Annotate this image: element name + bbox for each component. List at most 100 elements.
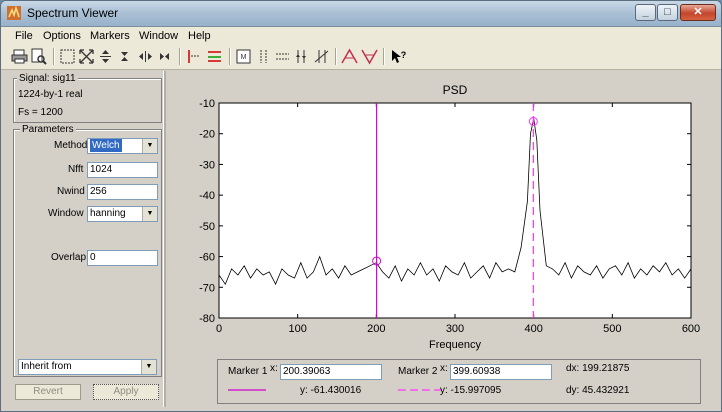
panel-divider[interactable]: [163, 71, 166, 407]
nfft-label: Nfft: [68, 164, 84, 175]
marker1-line-swatch: [228, 389, 266, 391]
window-select[interactable]: hanning ▼: [87, 206, 158, 222]
overlap-input[interactable]: 0: [87, 250, 158, 266]
zoom-in-y-icon[interactable]: [97, 48, 114, 65]
chevron-down-icon[interactable]: ▼: [142, 139, 157, 153]
find-valley-icon[interactable]: [361, 48, 378, 65]
inherit-from-value: Inherit from: [21, 361, 72, 372]
toolbar-separator: [229, 48, 231, 65]
marker-dy: dy: 45.432921: [566, 385, 630, 396]
marker1-y-value: y: -61.430016: [300, 385, 362, 396]
marker-dx: dx: 199.21875: [566, 363, 630, 374]
marker1-label: Marker 1: [228, 366, 268, 377]
y-tick-label: -80: [199, 313, 215, 325]
y-tick-label: -60: [199, 252, 215, 264]
nwind-input[interactable]: 256: [87, 184, 158, 200]
plot-area: PSD 0 100 200 300 400 500 600 -10 -20 -30 -40 -50 -6…: [167, 73, 715, 357]
marker1-x-label: x:: [270, 363, 278, 374]
menu-options[interactable]: Options: [43, 30, 81, 42]
x-tick-label: 300: [446, 323, 464, 335]
y-tick-label: -50: [199, 221, 215, 233]
x-tick-label: 200: [367, 323, 385, 335]
nfft-input[interactable]: 1024: [87, 162, 158, 178]
signal-name: Signal: sig11: [17, 73, 78, 84]
method-value: Welch: [90, 139, 122, 152]
close-button[interactable]: ✕: [680, 4, 716, 21]
track-marker-icon[interactable]: [293, 48, 310, 65]
window-label: Window: [48, 208, 84, 219]
minimize-icon: _: [642, 6, 649, 18]
toolbar-separator: [335, 48, 337, 65]
find-peak-icon[interactable]: [341, 48, 358, 65]
x-tick-label: 0: [216, 323, 222, 335]
y-tick-label: -40: [199, 190, 215, 202]
x-tick-label: 100: [288, 323, 306, 335]
y-tick-label: -70: [199, 282, 215, 294]
zoom-in-x-icon[interactable]: [137, 48, 154, 65]
spectrum-viewer-window: Spectrum Viewer _ □ ✕ File Options Marke…: [0, 0, 722, 412]
window-title: Spectrum Viewer: [27, 6, 119, 20]
menu-markers[interactable]: Markers: [90, 30, 130, 42]
marker-horizontal-icon[interactable]: [274, 48, 291, 65]
y-tick-label: -30: [199, 159, 215, 171]
axes-box[interactable]: [218, 102, 692, 319]
svg-text:M: M: [241, 54, 247, 61]
method-select[interactable]: Welch ▼: [87, 138, 158, 154]
marker-set-icon[interactable]: [185, 48, 202, 65]
x-tick-label: 500: [603, 323, 621, 335]
y-tick-label: -20: [199, 129, 215, 141]
marker2-y-value: y: -15.997095: [440, 385, 502, 396]
chevron-down-icon[interactable]: ▼: [142, 207, 157, 221]
chevron-down-icon[interactable]: ▼: [141, 360, 156, 374]
zoom-out-x-icon[interactable]: [156, 48, 173, 65]
window-value: hanning: [90, 208, 126, 219]
marker-line-icon[interactable]: [206, 48, 223, 65]
toolbar: M ?: [1, 45, 721, 70]
marker-table-icon[interactable]: M: [235, 48, 252, 65]
x-tick-label: 400: [524, 323, 542, 335]
svg-text:?: ?: [401, 50, 407, 60]
menu-help[interactable]: Help: [188, 30, 211, 42]
y-tick-label: -10: [199, 98, 215, 110]
toolbar-separator: [53, 48, 55, 65]
marker1-x-input[interactable]: 200.39063: [280, 364, 382, 380]
marker-panel: Marker 1 x: 200.39063 y: -61.430016 Mark…: [217, 359, 701, 404]
signal-fs: Fs = 1200: [18, 107, 63, 118]
signal-size: 1224-by-1 real: [18, 89, 83, 100]
inherit-from-select[interactable]: Inherit from ▼: [18, 359, 157, 375]
zoom-out-y-icon[interactable]: [116, 48, 133, 65]
help-pointer-icon[interactable]: ?: [390, 48, 407, 65]
parameters-panel: Parameters Method Welch ▼ Nfft 1024 Nwin…: [13, 124, 162, 377]
overlap-label: Overlap: [51, 252, 87, 263]
revert-button[interactable]: Revert: [15, 384, 81, 400]
marker2-line-swatch: [398, 389, 444, 391]
minimize-button[interactable]: _: [635, 4, 656, 21]
psd-chart[interactable]: PSD 0 100 200 300 400 500 600 -10 -20 -30 -40 -50 -6…: [167, 73, 715, 357]
zoom-full-icon[interactable]: [78, 48, 95, 65]
x-axis-label: Frequency: [429, 339, 481, 351]
menu-file[interactable]: File: [15, 30, 33, 42]
nwind-label: Nwind: [57, 186, 85, 197]
marker2-x-label: x:: [440, 363, 448, 374]
chart-title: PSD: [443, 83, 468, 97]
maximize-icon: □: [664, 6, 671, 18]
toolbar-separator: [179, 48, 181, 65]
maximize-button[interactable]: □: [657, 4, 678, 21]
parameters-legend: Parameters: [20, 124, 76, 135]
toolbar-separator: [383, 48, 385, 65]
marker2-x-input[interactable]: 399.60938: [450, 364, 552, 380]
title-bar[interactable]: Spectrum Viewer _ □ ✕: [1, 1, 721, 27]
close-icon: ✕: [693, 6, 703, 18]
zoom-box-icon[interactable]: [59, 48, 76, 65]
app-icon: [7, 6, 21, 20]
menu-window[interactable]: Window: [139, 30, 178, 42]
print-preview-icon[interactable]: [30, 48, 47, 65]
print-icon[interactable]: [11, 48, 28, 65]
slope-marker-icon[interactable]: [313, 48, 330, 65]
marker2-label: Marker 2: [398, 366, 438, 377]
method-label: Method: [54, 140, 88, 151]
signal-panel: Signal: sig11 1224-by-1 real Fs = 1200: [13, 73, 162, 123]
apply-button[interactable]: Apply: [93, 384, 159, 400]
marker-vertical-icon[interactable]: [255, 48, 272, 65]
menu-bar: File Options Markers Window Help: [1, 27, 721, 45]
